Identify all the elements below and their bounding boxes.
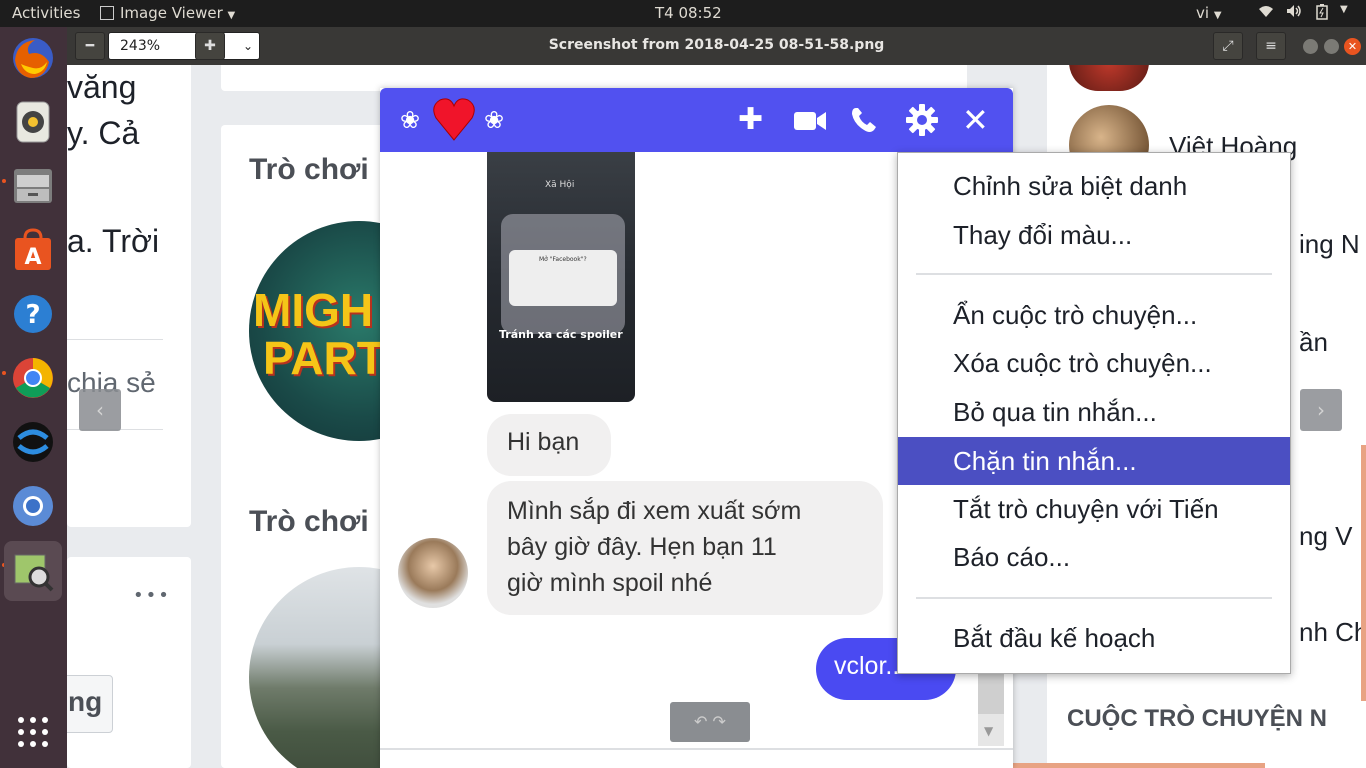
message-bubble[interactable]: Hi bạn — [487, 414, 611, 476]
chevron-down-icon: ▼ — [1213, 10, 1222, 21]
post-text-2: y. Cả — [67, 115, 140, 151]
software-center-icon[interactable]: A — [10, 227, 56, 273]
menu-divider — [916, 597, 1272, 599]
prev-arrow-button[interactable]: ‹ — [79, 389, 121, 431]
chromium-icon[interactable] — [10, 483, 56, 529]
game-logo-line1: MIGH — [253, 284, 374, 336]
photo-dialog: Mở "Facebook"? — [509, 250, 617, 306]
hamburger-menu-button[interactable]: ≡ — [1256, 32, 1286, 60]
partial-button[interactable]: ng — [67, 675, 113, 733]
left-card-2: ••• ng — [67, 557, 191, 768]
chat-header: ❀ ❀ ✚ ✕ — [380, 88, 1013, 152]
volume-icon[interactable] — [1286, 4, 1302, 22]
activities-button[interactable]: Activities — [12, 4, 80, 22]
sync-icon[interactable] — [10, 419, 56, 465]
chat-options-menu: Chỉnh sửa biệt danh Thay đổi màu... Ẩn c… — [897, 152, 1291, 674]
top-bar: Activities Image Viewer ▼ T4 08:52 vi ▼ … — [0, 0, 1366, 27]
next-arrow-button[interactable]: › — [1300, 389, 1342, 431]
menu-item-ignore-messages[interactable]: Bỏ qua tin nhắn... — [898, 388, 1290, 436]
rotate-controls[interactable]: ↶ ↷ — [670, 702, 750, 742]
menu-divider — [916, 273, 1272, 275]
photo-dialog-text: Mở "Facebook"? — [539, 256, 587, 263]
battery-icon[interactable] — [1316, 4, 1328, 24]
menu-item-edit-nicknames[interactable]: Chỉnh sửa biệt danh — [898, 162, 1290, 210]
fullscreen-button[interactable]: ⤢ — [1213, 32, 1243, 60]
svg-text:A: A — [24, 245, 41, 270]
games-heading-1: Trò chơi — [249, 153, 369, 186]
chrome-icon[interactable] — [10, 355, 56, 401]
video-call-icon[interactable] — [794, 110, 826, 136]
menu-item-delete-conversation[interactable]: Xóa cuộc trò chuyện... — [898, 339, 1290, 387]
menu-item-report[interactable]: Báo cáo... — [898, 533, 1290, 581]
rhythmbox-icon[interactable] — [10, 99, 56, 145]
divider — [67, 339, 163, 340]
contact-name[interactable]: nh Ch — [1299, 617, 1366, 648]
clock[interactable]: T4 08:52 — [655, 4, 722, 22]
app-menu[interactable]: Image Viewer ▼ — [100, 4, 235, 22]
sender-avatar[interactable] — [398, 538, 468, 608]
post-text-1: văng — [67, 69, 137, 105]
chevron-left-icon: ‹ — [96, 398, 104, 422]
message-line: bây giờ đây. Hẹn bạn 11 — [507, 533, 777, 561]
menu-item-change-color[interactable]: Thay đổi màu... — [898, 211, 1290, 259]
flower-icon: ❀ — [400, 106, 421, 134]
gear-icon[interactable] — [906, 104, 938, 140]
scrollbar[interactable] — [1361, 445, 1366, 701]
window-title: Screenshot from 2018-04-25 08-51-58.png — [548, 37, 885, 53]
composer-divider — [380, 748, 1013, 750]
post-text-3: a. Trời — [67, 223, 160, 259]
partial-button-label: ng — [68, 686, 103, 717]
scroll-down-icon[interactable]: ▼ — [984, 724, 993, 738]
maximize-button[interactable] — [1324, 39, 1339, 54]
rotate-left-icon[interactable]: ↶ — [694, 712, 707, 731]
app-menu-label: Image Viewer — [120, 4, 223, 22]
rotate-right-icon[interactable]: ↷ — [713, 712, 726, 731]
contact-name[interactable]: ần — [1299, 327, 1328, 358]
photo-text: Xã Hội — [545, 180, 575, 190]
games-heading-2: Trò chơi — [249, 505, 369, 538]
close-icon: ✕ — [1347, 40, 1358, 53]
viewer-header-bar: ━ 243% ⌄ ✚ Screenshot from 2018-04-25 08… — [67, 27, 1366, 65]
photo-caption: Tránh xa các spoiler — [499, 328, 623, 341]
contact-name[interactable]: ng V — [1299, 521, 1353, 552]
menu-item-hide-conversation[interactable]: Ẩn cuộc trò chuyện... — [898, 291, 1290, 339]
flower-icon: ❀ — [484, 106, 505, 134]
image-viewer-icon[interactable] — [4, 541, 62, 601]
close-icon[interactable]: ✕ — [962, 102, 989, 138]
menu-icon: ≡ — [1265, 38, 1277, 54]
message-line: Mình sắp đi xem xuất sớm — [507, 497, 802, 525]
wifi-icon[interactable] — [1258, 4, 1274, 22]
chevron-down-icon: ▼ — [227, 10, 236, 21]
menu-item-mute-conversation[interactable]: Tắt trò chuyện với Tiến — [898, 485, 1290, 533]
firefox-icon[interactable] — [10, 35, 56, 81]
image-canvas: văng y. Cả a. Trời chia sẻ ••• ng ‹ Trò … — [67, 65, 1366, 768]
message-bubble[interactable]: Mình sắp đi xem xuất sớm bây giờ đây. Hẹ… — [487, 481, 883, 615]
left-post-card: văng y. Cả a. Trời chia sẻ — [67, 65, 191, 527]
system-menu-chevron-icon[interactable]: ▼ — [1340, 4, 1348, 15]
menu-item-block-messages[interactable]: Chặn tin nhắn... — [898, 437, 1290, 485]
launcher: A ? — [0, 27, 67, 768]
fullscreen-icon: ⤢ — [1222, 38, 1234, 54]
image-viewer-small-icon — [100, 6, 114, 20]
menu-item-start-plan[interactable]: Bắt đầu kế hoạch — [898, 614, 1290, 662]
minimize-button[interactable] — [1303, 39, 1318, 54]
help-icon[interactable]: ? — [10, 291, 56, 337]
keyboard-language[interactable]: vi ▼ — [1196, 4, 1222, 22]
chevron-right-icon: › — [1317, 398, 1325, 422]
voice-call-icon[interactable] — [850, 106, 878, 138]
avatar[interactable] — [1069, 65, 1149, 91]
language-label: vi — [1196, 4, 1210, 22]
more-options-icon[interactable]: ••• — [133, 585, 171, 606]
app-grid-icon[interactable] — [10, 709, 56, 755]
contact-name[interactable]: ing N — [1299, 229, 1360, 260]
add-person-icon[interactable]: ✚ — [738, 102, 763, 138]
heart-icon — [432, 96, 476, 146]
message-line: giờ mình spoil nhé — [507, 569, 713, 597]
files-icon[interactable] — [10, 163, 56, 209]
svg-text:?: ? — [25, 300, 40, 330]
shared-photo[interactable]: Xã Hội Mở "Facebook"? Tránh xa các spoil… — [487, 152, 635, 402]
conversations-heading: CUỘC TRÒ CHUYỆN N — [1067, 705, 1328, 732]
close-button[interactable]: ✕ — [1344, 38, 1361, 55]
game-logo-line2: PART — [263, 332, 385, 384]
